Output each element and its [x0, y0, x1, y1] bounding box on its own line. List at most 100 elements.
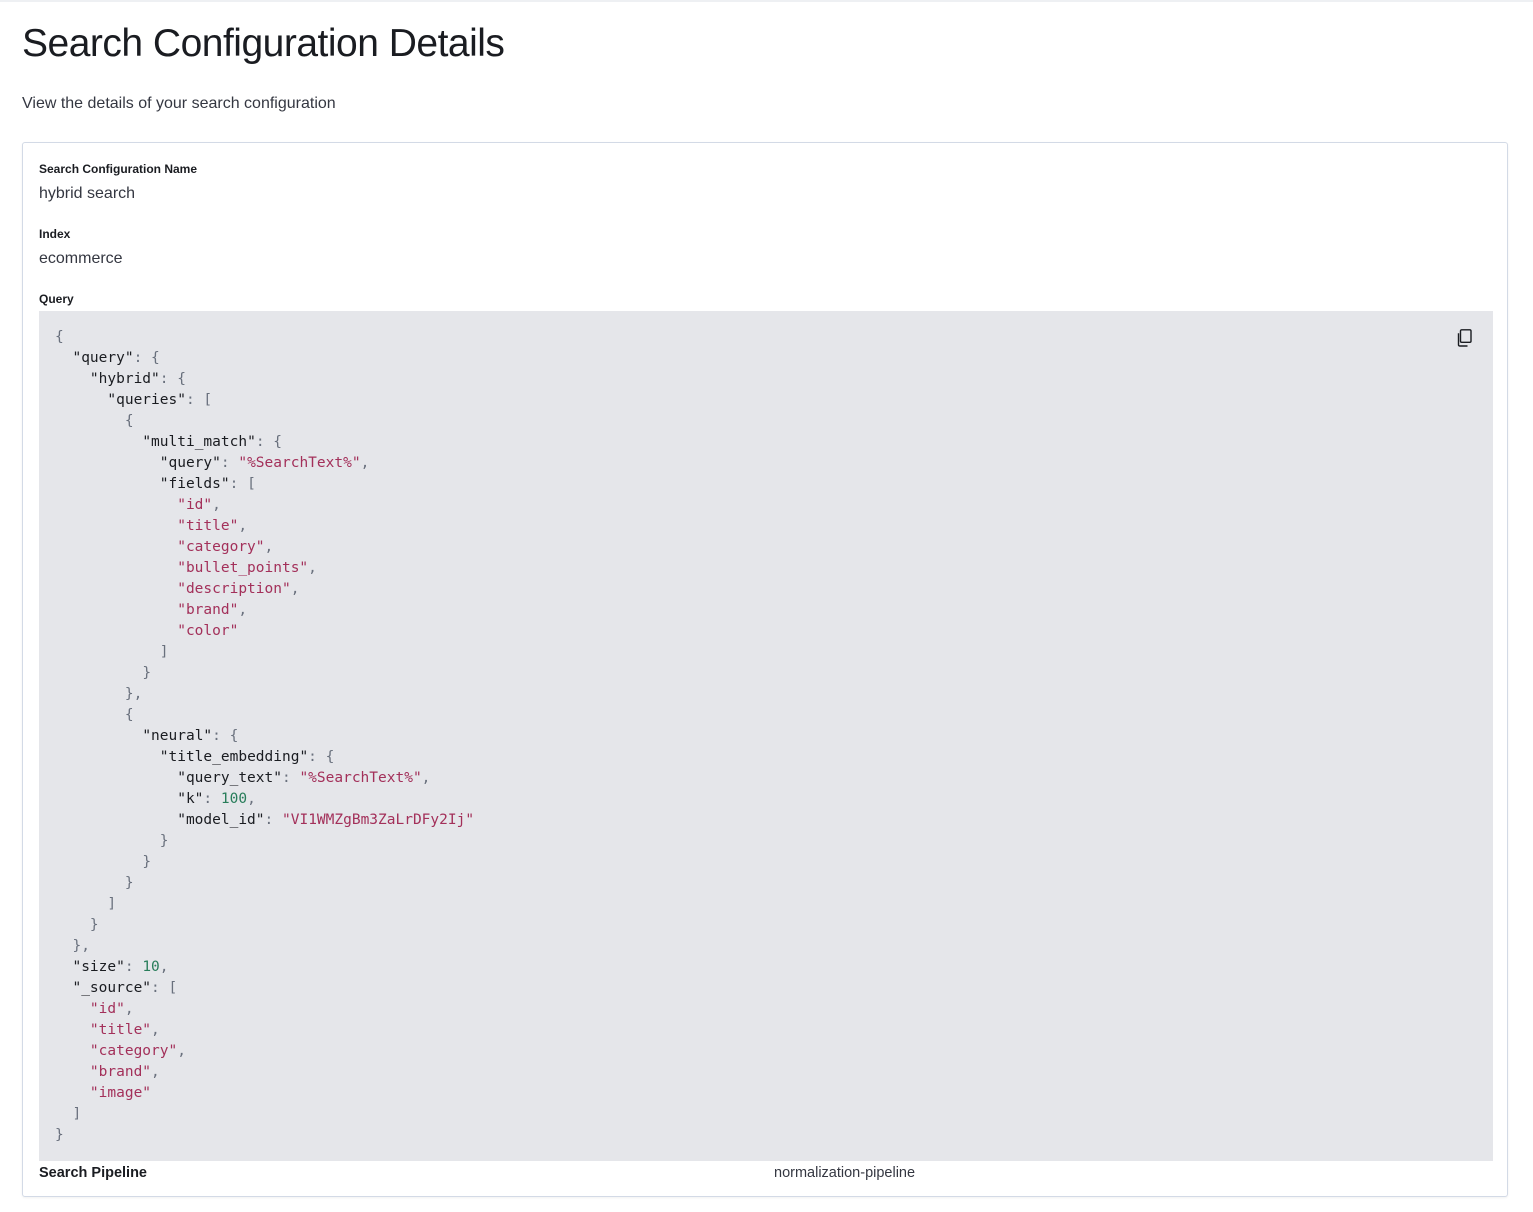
code-line: ]	[55, 1106, 81, 1122]
code-key: "title_embedding"	[159, 749, 309, 765]
code-punctuation: :	[203, 791, 221, 807]
code-punctuation: }	[89, 917, 99, 933]
code-string: "category"	[177, 539, 265, 555]
code-line: },	[55, 938, 90, 954]
code-string: "color"	[177, 623, 239, 639]
code-punctuation: :	[281, 770, 300, 786]
code-punctuation: }	[55, 1127, 64, 1143]
index-value: ecommerce	[39, 250, 123, 267]
code-line: "size": 10,	[55, 959, 169, 975]
code-line: "neural": {	[55, 728, 238, 744]
code-line: "title",	[55, 1022, 160, 1038]
code-punctuation: ,	[421, 770, 431, 786]
code-punctuation: : [	[185, 392, 213, 408]
code-punctuation: ,	[151, 1022, 160, 1038]
code-line: "id",	[55, 1001, 134, 1017]
query-code-block[interactable]: { "query": { "hybrid": { "queries": [ { …	[39, 311, 1493, 1161]
code-punctuation: {	[55, 329, 64, 345]
code-punctuation: : {	[255, 434, 283, 450]
code-string: "bullet_points"	[177, 560, 309, 576]
code-line: }	[55, 917, 99, 933]
code-punctuation: }	[124, 875, 134, 891]
code-punctuation: },	[72, 938, 90, 954]
code-punctuation: : {	[308, 749, 335, 765]
code-line: "color"	[55, 623, 238, 639]
code-string: "title"	[89, 1022, 152, 1038]
copy-button[interactable]	[1453, 327, 1475, 349]
page-subtitle: View the details of your search configur…	[22, 95, 336, 112]
code-line: "bullet_points",	[55, 560, 317, 576]
code-line: "query_text": "%SearchText%",	[55, 770, 430, 786]
code-line: "category",	[55, 539, 273, 555]
code-punctuation: }	[159, 833, 169, 849]
code-line: "model_id": "VI1WMZgBm3ZaLrDFy2Ij"	[55, 812, 474, 828]
code-key: "k"	[177, 791, 204, 807]
search-pipeline-value: normalization-pipeline	[774, 1165, 916, 1181]
code-key: "query"	[72, 350, 134, 366]
code-punctuation: :	[264, 812, 282, 828]
code-key: "model_id"	[177, 812, 265, 828]
code-line: ]	[55, 644, 169, 660]
code-string: "brand"	[177, 602, 239, 618]
code-string: "id"	[89, 1001, 125, 1017]
code-punctuation: },	[124, 686, 143, 702]
config-name-value: hybrid search	[39, 185, 136, 202]
code-line: "query": {	[55, 350, 160, 366]
code-punctuation: : {	[212, 728, 239, 744]
code-punctuation: ,	[159, 959, 169, 975]
code-punctuation: ,	[212, 497, 221, 513]
code-line: "description",	[55, 581, 299, 597]
code-punctuation: ,	[290, 581, 300, 597]
code-punctuation: ]	[72, 1106, 82, 1122]
code-line: "k": 100,	[55, 791, 256, 807]
code-string: "VI1WMZgBm3ZaLrDFy2Ij"	[282, 812, 475, 828]
code-line: "multi_match": {	[55, 434, 282, 450]
code-line: {	[55, 413, 134, 429]
code-key: "hybrid"	[89, 371, 160, 387]
code-key: "size"	[72, 959, 125, 975]
code-string: "%SearchText%"	[238, 455, 361, 471]
code-number: 100	[220, 791, 248, 807]
code-line: ]	[55, 896, 116, 912]
code-line: }	[55, 854, 151, 870]
code-punctuation: : {	[133, 350, 160, 366]
code-line: {	[55, 329, 64, 345]
code-string: "category"	[89, 1043, 178, 1059]
code-punctuation: ]	[159, 644, 169, 660]
code-punctuation: ,	[264, 539, 274, 555]
code-line: "image"	[55, 1085, 151, 1101]
code-punctuation: }	[142, 854, 152, 870]
code-punctuation: :	[124, 959, 143, 975]
code-punctuation: ,	[124, 1001, 134, 1017]
code-string: "%SearchText%"	[299, 770, 422, 786]
code-string: "title"	[177, 518, 239, 534]
code-punctuation: ]	[107, 896, 117, 912]
index-label: Index	[39, 227, 71, 241]
code-line: "fields": [	[55, 476, 256, 492]
code-line: "brand",	[55, 602, 247, 618]
